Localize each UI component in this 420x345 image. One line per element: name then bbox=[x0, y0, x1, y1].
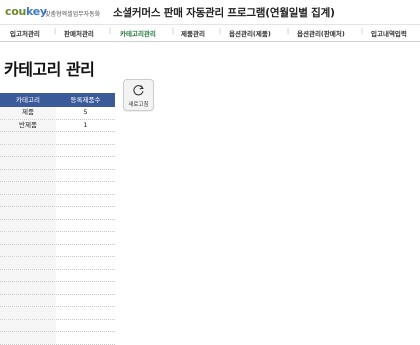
nav-separator: | bbox=[109, 28, 112, 35]
category-table: 카테고리 등록제품수 제품 5 반제품 1 bbox=[0, 93, 115, 345]
empty-cell[interactable] bbox=[0, 144, 56, 156]
empty-cell[interactable] bbox=[0, 132, 56, 144]
empty-table-row bbox=[0, 157, 115, 170]
empty-cell[interactable] bbox=[56, 132, 115, 144]
empty-cell[interactable] bbox=[0, 194, 56, 206]
empty-cell[interactable] bbox=[56, 145, 115, 157]
empty-table-row bbox=[0, 257, 115, 270]
column-header-product-count[interactable]: 등록제품수 bbox=[56, 93, 115, 107]
empty-cell[interactable] bbox=[0, 294, 56, 306]
logo-text-key: key bbox=[26, 5, 47, 18]
empty-cell[interactable] bbox=[0, 219, 56, 231]
nav-item-option-product[interactable]: 옵션관리(제품) bbox=[229, 28, 271, 38]
cell-category[interactable]: 반제품 bbox=[0, 119, 56, 131]
nav-separator: | bbox=[361, 28, 364, 35]
nav-separator: | bbox=[287, 28, 290, 35]
empty-table-row bbox=[0, 282, 115, 295]
cell-product-count[interactable]: 1 bbox=[56, 120, 115, 132]
empty-table-row bbox=[0, 169, 115, 182]
cell-category[interactable]: 제품 bbox=[0, 107, 56, 119]
empty-cell[interactable] bbox=[56, 320, 115, 332]
nav-item-supplier[interactable]: 입고처관리 bbox=[10, 28, 40, 38]
empty-cell[interactable] bbox=[0, 182, 56, 194]
empty-cell[interactable] bbox=[56, 270, 115, 282]
nav-separator: | bbox=[54, 28, 57, 35]
empty-table-row bbox=[0, 194, 115, 207]
empty-cell[interactable] bbox=[0, 269, 56, 281]
empty-cell[interactable] bbox=[56, 245, 115, 257]
empty-cell[interactable] bbox=[56, 332, 115, 344]
empty-cell[interactable] bbox=[0, 332, 56, 344]
empty-cell[interactable] bbox=[0, 207, 56, 219]
empty-cell[interactable] bbox=[0, 232, 56, 244]
table-row: 제품 5 bbox=[0, 107, 115, 120]
cell-product-count[interactable]: 5 bbox=[56, 107, 115, 119]
empty-table-row bbox=[0, 182, 115, 195]
empty-table-row bbox=[0, 294, 115, 307]
empty-cell[interactable] bbox=[56, 195, 115, 207]
empty-table-row bbox=[0, 132, 115, 145]
empty-table-row bbox=[0, 332, 115, 345]
nav-item-seller[interactable]: 판매처관리 bbox=[64, 28, 94, 38]
empty-cell[interactable] bbox=[0, 169, 56, 181]
empty-table-row bbox=[0, 144, 115, 157]
coukey-logo: coukey bbox=[5, 5, 47, 18]
empty-cell[interactable] bbox=[0, 282, 56, 294]
empty-cell[interactable] bbox=[56, 170, 115, 182]
empty-cell[interactable] bbox=[0, 307, 56, 319]
page-title: 카테고리 관리 bbox=[4, 60, 95, 79]
app-header: coukey 맞춤형엑셀업무자동화 소셜커머스 판매 자동관리 프로그램(연월일… bbox=[0, 0, 420, 24]
nav-item-product[interactable]: 제품관리 bbox=[181, 28, 205, 38]
table-row: 반제품 1 bbox=[0, 119, 115, 132]
empty-cell[interactable] bbox=[56, 232, 115, 244]
empty-table-row bbox=[0, 207, 115, 220]
app-title: 소셜커머스 판매 자동관리 프로그램(연월일별 집계) bbox=[113, 7, 335, 19]
column-header-category[interactable]: 카테고리 bbox=[0, 93, 56, 107]
logo-text-cou: cou bbox=[5, 5, 27, 18]
brand-subtitle: 맞춤형엑셀업무자동화 bbox=[45, 11, 101, 18]
refresh-button-label: 새로고침 bbox=[128, 102, 149, 108]
nav-separator: | bbox=[172, 28, 175, 35]
refresh-icon bbox=[133, 85, 144, 96]
empty-table-row bbox=[0, 244, 115, 257]
nav-item-category[interactable]: 카테고리관리 bbox=[120, 28, 156, 38]
empty-table-row bbox=[0, 307, 115, 320]
empty-cell[interactable] bbox=[56, 207, 115, 219]
empty-cell[interactable] bbox=[0, 257, 56, 269]
top-nav: 입고처관리 | 판매처관리 | 카테고리관리 | 제품관리 | 옵션관리(제품)… bbox=[0, 24, 420, 42]
empty-cell[interactable] bbox=[56, 157, 115, 169]
empty-cell[interactable] bbox=[56, 257, 115, 269]
nav-item-option-seller[interactable]: 옵션관리(판매처) bbox=[297, 28, 345, 38]
empty-cell[interactable] bbox=[56, 220, 115, 232]
empty-cell[interactable] bbox=[56, 307, 115, 319]
empty-table-row bbox=[0, 319, 115, 332]
empty-cell[interactable] bbox=[0, 157, 56, 169]
refresh-button[interactable]: 새로고침 bbox=[123, 79, 154, 111]
nav-separator: | bbox=[219, 28, 222, 35]
empty-table-row bbox=[0, 232, 115, 245]
empty-cell[interactable] bbox=[56, 295, 115, 307]
empty-cell[interactable] bbox=[0, 244, 56, 256]
empty-cell[interactable] bbox=[0, 319, 56, 331]
table-header: 카테고리 등록제품수 bbox=[0, 93, 115, 107]
empty-table-row bbox=[0, 219, 115, 232]
empty-table-row bbox=[0, 269, 115, 282]
nav-item-stock-input[interactable]: 입고내역입력 bbox=[371, 28, 407, 38]
empty-cell[interactable] bbox=[56, 282, 115, 294]
empty-cell[interactable] bbox=[56, 182, 115, 194]
